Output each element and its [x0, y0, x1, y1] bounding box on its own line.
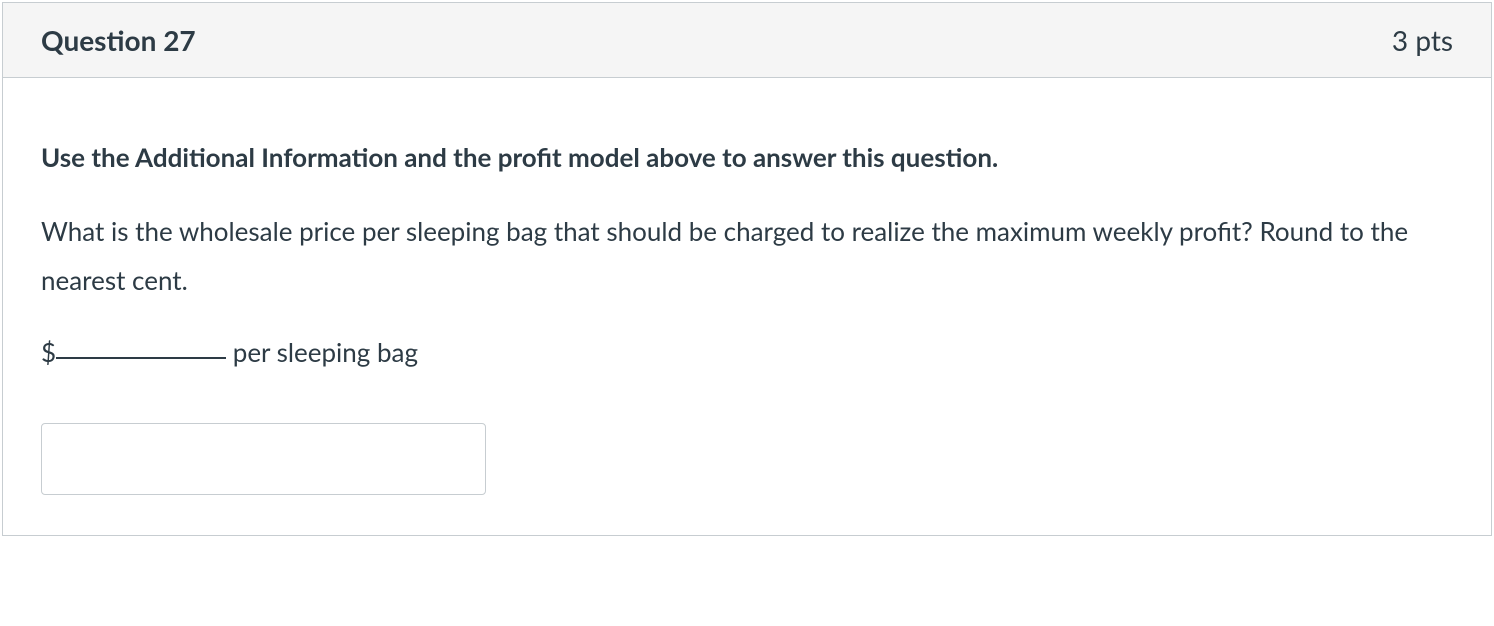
question-container: Question 27 3 pts Use the Additional Inf…	[2, 2, 1492, 536]
question-text: What is the wholesale price per sleeping…	[41, 207, 1453, 306]
question-title: Question 27	[41, 23, 196, 57]
blank-suffix: per sleeping bag	[226, 336, 418, 368]
answer-input[interactable]	[41, 423, 486, 495]
blank-prefix: $	[41, 336, 56, 368]
blank-underline	[56, 357, 226, 359]
answer-blank-line: $ per sleeping bag	[41, 336, 1453, 368]
question-points: 3 pts	[1392, 23, 1453, 57]
question-header: Question 27 3 pts	[3, 3, 1491, 78]
question-instruction: Use the Additional Information and the p…	[41, 138, 1453, 177]
question-body: Use the Additional Information and the p…	[3, 78, 1491, 535]
